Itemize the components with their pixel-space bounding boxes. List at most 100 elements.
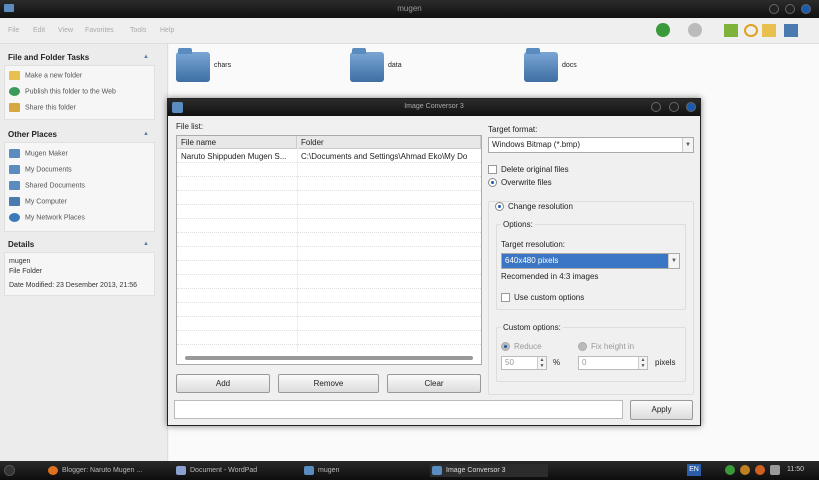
place-my-documents[interactable]: My Documents xyxy=(9,165,72,174)
publish-link[interactable]: Publish this folder to the Web xyxy=(9,87,116,96)
menu-file[interactable]: File xyxy=(8,27,19,34)
places-heading[interactable]: Other Places xyxy=(8,130,57,139)
change-resolution-radio[interactable] xyxy=(495,202,504,211)
delete-original-checkbox[interactable] xyxy=(488,165,497,174)
folder-icon xyxy=(9,149,20,158)
task-image-conversor[interactable]: Image Conversor 3 xyxy=(430,464,548,477)
row-folder: C:\Documents and Settings\Ahmad Eko\My D… xyxy=(301,152,468,161)
column-folder[interactable]: Folder xyxy=(297,136,481,149)
details-panel: mugen File Folder Date Modified: 23 Dese… xyxy=(4,252,155,296)
table-row[interactable]: Naruto Shippuden Mugen S... C:\Documents… xyxy=(177,150,481,163)
table-row xyxy=(177,332,481,345)
table-row xyxy=(177,220,481,233)
volume-icon[interactable] xyxy=(770,465,780,475)
table-row xyxy=(177,234,481,247)
place-shared-documents[interactable]: Shared Documents xyxy=(9,181,85,190)
menu-help[interactable]: Help xyxy=(160,27,174,34)
tasks-heading[interactable]: File and Folder Tasks xyxy=(8,53,89,62)
place-my-computer[interactable]: My Computer xyxy=(9,197,67,206)
window-title: mugen xyxy=(397,4,422,13)
overwrite-radio[interactable] xyxy=(488,178,497,187)
fix-height-radio[interactable] xyxy=(578,342,587,351)
task-blogger[interactable]: Blogger: Naruto Mugen ... xyxy=(46,464,164,477)
place-network[interactable]: My Network Places xyxy=(9,213,85,222)
back-icon[interactable] xyxy=(656,23,670,37)
make-folder-link[interactable]: Make a new folder xyxy=(9,71,82,80)
minimize-button[interactable] xyxy=(651,102,661,112)
details-heading[interactable]: Details xyxy=(8,240,34,249)
folder-icon[interactable] xyxy=(176,48,210,82)
folder-docs-label[interactable]: docs xyxy=(562,62,577,69)
firefox-icon xyxy=(48,466,58,475)
column-file-name[interactable]: File name xyxy=(177,136,297,149)
shared-folder-icon xyxy=(9,181,20,190)
minimize-button[interactable] xyxy=(769,4,779,14)
up-folder-icon[interactable] xyxy=(724,24,738,37)
fix-height-spinner[interactable]: 0 ▲ ▼ xyxy=(578,356,648,370)
clear-button[interactable]: Clear xyxy=(387,374,481,393)
remove-button[interactable]: Remove xyxy=(278,374,379,393)
maximize-button[interactable] xyxy=(785,4,795,14)
table-row xyxy=(177,164,481,177)
collapse-icon[interactable]: ▲ xyxy=(143,131,149,137)
folder-icon[interactable] xyxy=(350,48,384,82)
menu-tools[interactable]: Tools xyxy=(130,27,146,34)
add-button[interactable]: Add xyxy=(176,374,270,393)
folder-chars-label[interactable]: chars xyxy=(214,62,231,69)
collapse-icon[interactable]: ▲ xyxy=(143,241,149,247)
options-label: Options: xyxy=(501,220,535,229)
file-list[interactable]: File name Folder Naruto Shippuden Mugen … xyxy=(176,135,482,365)
pixels-label: pixels xyxy=(655,358,676,367)
recommended-label: Recomended in 4:3 images xyxy=(501,272,599,281)
security-tray-icon[interactable] xyxy=(740,465,750,475)
place-mugen-maker[interactable]: Mugen Maker xyxy=(9,149,68,158)
folder-icon[interactable] xyxy=(524,48,558,82)
views-icon[interactable] xyxy=(784,24,798,37)
table-row xyxy=(177,262,481,275)
menu-view[interactable]: View xyxy=(58,27,73,34)
use-custom-checkbox[interactable] xyxy=(501,293,510,302)
computer-icon xyxy=(9,197,20,206)
apply-button[interactable]: Apply xyxy=(630,400,693,420)
forward-icon[interactable] xyxy=(688,23,702,37)
spinner-arrows-icon[interactable]: ▲ ▼ xyxy=(537,357,546,369)
fix-height-label: Fix height in xyxy=(591,342,635,351)
horizontal-scrollbar[interactable] xyxy=(185,356,473,360)
share-link[interactable]: Share this folder xyxy=(9,103,76,112)
table-row xyxy=(177,178,481,191)
reduce-spinner[interactable]: 50 ▲ ▼ xyxy=(501,356,547,370)
close-button[interactable] xyxy=(801,4,811,14)
target-resolution-label: Target rresolution: xyxy=(501,240,566,249)
maximize-button[interactable] xyxy=(669,102,679,112)
spinner-arrows-icon[interactable]: ▲ ▼ xyxy=(638,357,647,369)
language-indicator[interactable]: EN xyxy=(687,464,701,476)
use-custom-label: Use custom options xyxy=(514,293,585,302)
target-format-select[interactable]: Windows Bitmap (*.bmp) ▼ xyxy=(488,137,694,153)
app-tray-icon[interactable] xyxy=(755,465,765,475)
chevron-down-icon[interactable]: ▼ xyxy=(668,254,679,268)
close-button[interactable] xyxy=(686,102,696,112)
start-icon[interactable] xyxy=(4,465,15,476)
dialog-titlebar: Image Conversor 3 xyxy=(168,99,700,116)
reduce-radio[interactable] xyxy=(501,342,510,351)
details-type: File Folder xyxy=(9,268,43,275)
custom-options-label: Custom options: xyxy=(501,323,563,332)
tasks-panel: Make a new folder Publish this folder to… xyxy=(4,65,155,120)
search-icon[interactable] xyxy=(744,24,758,37)
network-tray-icon[interactable] xyxy=(725,465,735,475)
target-resolution-select[interactable]: 640x480 pixels ▼ xyxy=(501,253,680,269)
folder-data-label[interactable]: data xyxy=(388,62,402,69)
menu-edit[interactable]: Edit xyxy=(33,27,45,34)
details-modified: Date Modified: 23 Desember 2013, 21:56 xyxy=(9,282,138,289)
folders-icon[interactable] xyxy=(762,24,776,37)
file-list-label: File list: xyxy=(176,122,204,131)
chevron-down-icon[interactable]: ▼ xyxy=(682,138,693,152)
menu-favorites[interactable]: Favorites xyxy=(85,27,114,34)
table-row xyxy=(177,318,481,331)
task-mugen[interactable]: mugen xyxy=(302,464,420,477)
collapse-icon[interactable]: ▲ xyxy=(143,54,149,60)
task-wordpad[interactable]: Document - WordPad xyxy=(174,464,292,477)
places-panel: Mugen Maker My Documents Shared Document… xyxy=(4,142,155,232)
clock[interactable]: 11:50 xyxy=(787,466,804,473)
table-row xyxy=(177,290,481,303)
